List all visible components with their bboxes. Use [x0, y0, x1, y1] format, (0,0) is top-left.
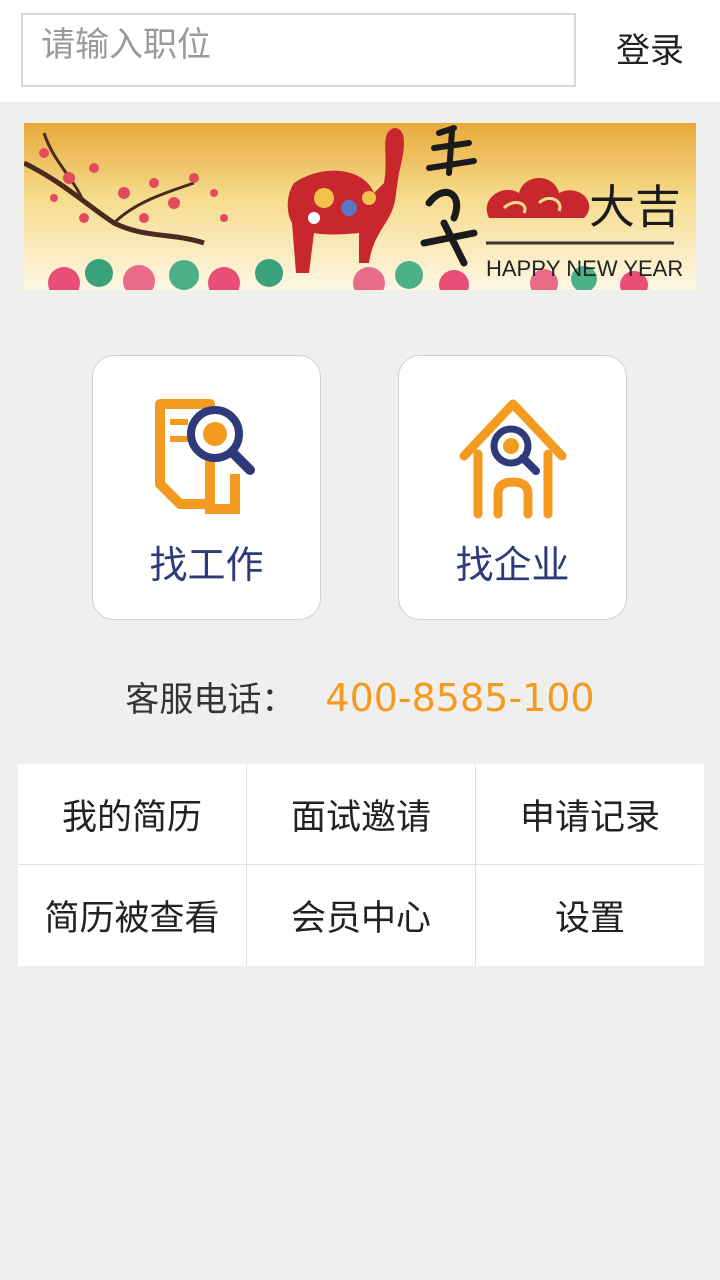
resume-viewed-button[interactable]: 简历被查看 — [18, 865, 246, 966]
search-input[interactable] — [23, 15, 574, 85]
banner-image: 大吉 HAPPY NEW YEAR — [24, 123, 696, 290]
find-jobs-tile[interactable]: 找工作 — [92, 355, 321, 620]
top-bar: 登录 — [0, 0, 720, 102]
interview-invitations-button[interactable]: 面试邀请 — [247, 764, 475, 864]
customer-service-hotline: 客服电话： 400-8585-100 — [0, 670, 720, 726]
search-box[interactable] — [21, 13, 576, 87]
hotline-number[interactable]: 400-8585-100 — [325, 676, 594, 720]
banner-title: 大吉 — [589, 180, 681, 234]
new-year-banner[interactable]: 大吉 HAPPY NEW YEAR — [24, 123, 696, 290]
hotline-label: 客服电话： — [125, 680, 296, 720]
job-search-icon — [155, 399, 255, 514]
member-center-button[interactable]: 会员中心 — [247, 865, 475, 966]
company-search-icon — [459, 399, 567, 519]
find-companies-tile[interactable]: 找企业 — [398, 355, 627, 620]
member-menu-grid: 我的简历 面试邀请 申请记录 简历被查看 会员中心 设置 — [18, 764, 704, 966]
login-button[interactable]: 登录 — [610, 28, 690, 74]
settings-button[interactable]: 设置 — [476, 865, 704, 966]
find-companies-label: 找企业 — [455, 543, 570, 587]
my-resume-button[interactable]: 我的简历 — [18, 764, 246, 864]
application-records-button[interactable]: 申请记录 — [476, 764, 704, 864]
banner-subtitle: HAPPY NEW YEAR — [486, 256, 683, 281]
find-jobs-label: 找工作 — [149, 543, 264, 587]
